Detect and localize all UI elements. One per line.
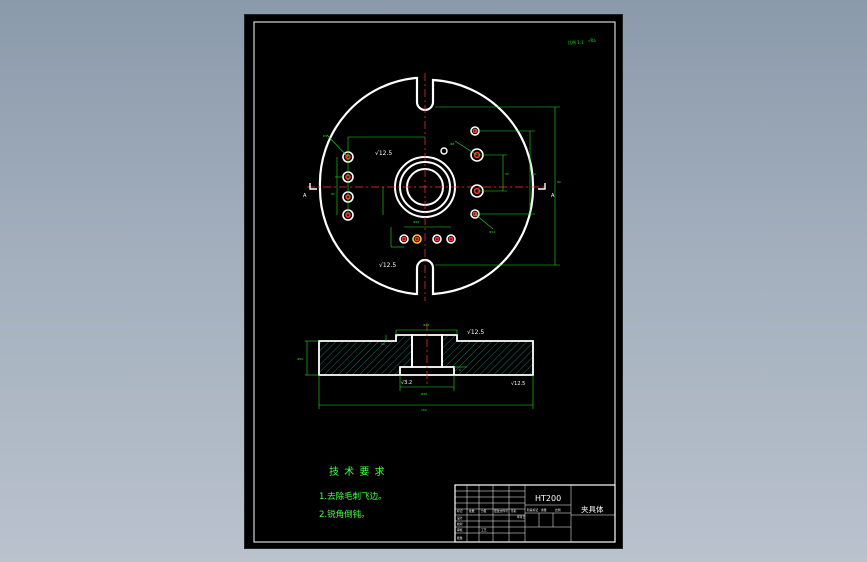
roughness-mark-2: √12.5: [379, 262, 396, 269]
plan-dim-label-4: Φ26: [413, 220, 419, 224]
row-label-2: 处数: [469, 509, 475, 513]
disc-outline: [318, 76, 535, 296]
roughness-mark-1: √12.5: [375, 150, 392, 157]
inner-frame: [253, 21, 616, 543]
section-dim-3: Φ26: [421, 392, 427, 396]
section-body-left: [318, 334, 413, 376]
sheet-info-2: 重量: [541, 508, 547, 512]
plan-dim-label-1: R5: [323, 134, 327, 138]
tech-req-title: 技 术 要 求: [329, 465, 386, 478]
section-dim-5: 6: [459, 368, 461, 372]
section-body-right: [441, 334, 534, 376]
row-label-4: 更改文件号: [494, 509, 508, 513]
plan-view: A A √12.5 √12.5 R5 Φ8 Φ14 Φ26 60 40 35 8…: [303, 73, 561, 301]
scale-note: 比例 1:1: [568, 39, 584, 45]
roughness-note: √Ra: [588, 38, 596, 43]
sub-label-2: 校对: [457, 522, 463, 526]
cad-canvas: 比例 1:1 √Ra A A √12.5 √12.5 R5 Φ8 Φ14 Φ26…: [253, 21, 616, 543]
section-dim-6: 160: [421, 408, 427, 412]
tech-req-item-1: 1.去除毛刺飞边。: [319, 491, 387, 502]
tech-req-item-2: 2.锐角倒钝。: [319, 509, 370, 520]
plan-dim-label-6: 40: [532, 172, 536, 176]
row-label-3: 分区: [481, 509, 487, 513]
sheet-info-1: 阶段标记: [527, 508, 538, 512]
section-label-right: A: [551, 193, 555, 199]
plan-dim-label-7: 35: [505, 172, 509, 176]
section-label-3: √12.5: [511, 381, 525, 387]
sub-label-3: 审核: [457, 528, 463, 532]
section-label-left: A: [303, 193, 307, 199]
title-block: HT200 夹具体 标记 处数 分区 更改文件号 签名 年月日 设计 校对 审核…: [454, 484, 616, 543]
plan-dim-label-3: Φ14: [489, 230, 495, 234]
hole-top-center: [440, 147, 448, 155]
section-label-2: √3.2: [401, 380, 412, 386]
sub-label-4: 工艺: [481, 528, 487, 532]
plan-dim-label-5: 60: [557, 180, 561, 184]
row-label-6: 年月日: [517, 515, 526, 519]
sheet-info-3: 比例: [555, 508, 561, 512]
section-dim-4: 10: [381, 342, 385, 346]
hole-group-bottom: [399, 234, 456, 244]
hole-group-right: [470, 126, 484, 219]
title-part-name: 夹具体: [581, 504, 604, 514]
section-dim-1: Φ14: [423, 323, 429, 327]
section-marker-left: [309, 183, 317, 190]
drawing-sheet: 比例 1:1 √Ra A A √12.5 √12.5 R5 Φ8 Φ14 Φ26…: [244, 14, 623, 549]
title-material: HT200: [535, 494, 561, 503]
section-view: √12.5 √3.2 √12.5 Φ14 Φ52 Φ26 10 6 160: [297, 323, 534, 412]
row-label-5: 签名: [511, 509, 517, 513]
row-label-1: 标记: [457, 509, 463, 513]
sub-label-1: 设计: [457, 516, 463, 520]
section-dim-2: Φ52: [297, 357, 303, 361]
section-marker-right: [538, 183, 546, 190]
tech-requirements: 技 术 要 求 1.去除毛刺飞边。 2.锐角倒钝。: [319, 465, 387, 520]
sub-label-5: 批准: [457, 536, 463, 540]
plan-dim-label-2: Φ8: [450, 142, 454, 146]
plan-dim-label-8: 82: [331, 192, 335, 196]
section-label-1: √12.5: [467, 329, 484, 336]
